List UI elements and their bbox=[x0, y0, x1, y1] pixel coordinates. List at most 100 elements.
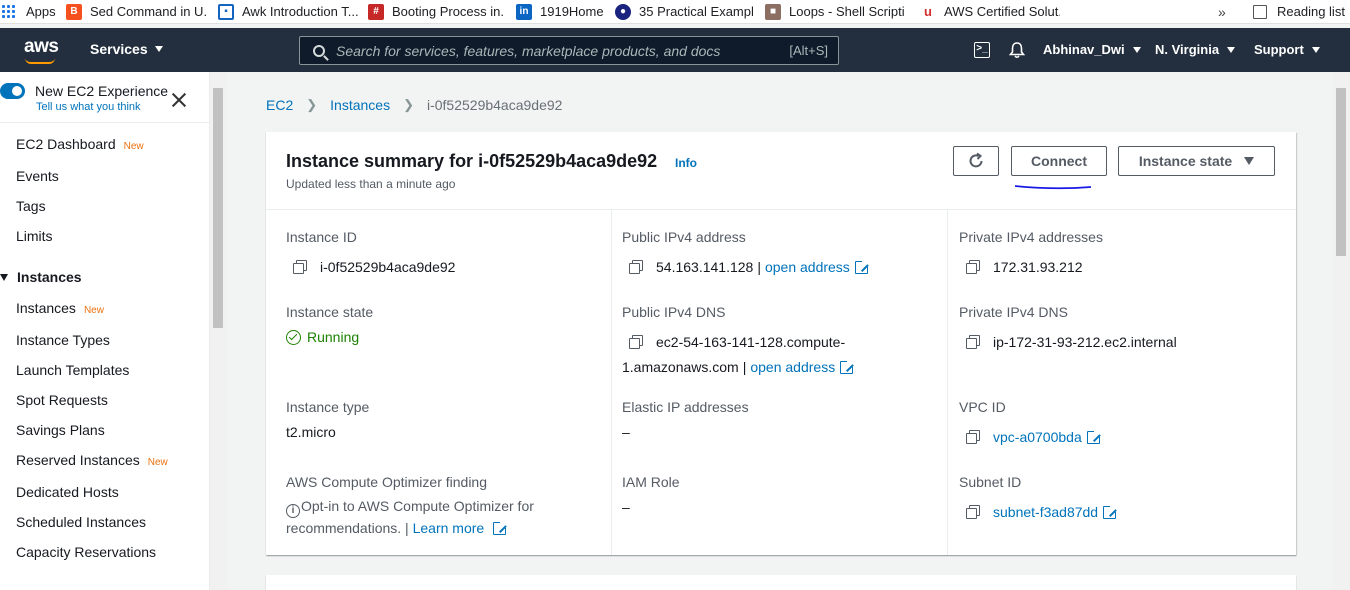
sidebar-item-spot-requests[interactable]: Spot Requests bbox=[16, 392, 108, 408]
public-ipv4-value: 54.163.141.128 | open address bbox=[629, 259, 869, 275]
aws-top-nav: aws Services [Alt+S] >_ Abhinav_Dwi N. V… bbox=[0, 28, 1350, 72]
elastic-ip-label: Elastic IP addresses bbox=[622, 399, 749, 415]
instance-summary-card: Instance summary for i-0f52529b4aca9de92… bbox=[266, 132, 1296, 555]
pen-underline-annotation bbox=[1014, 185, 1092, 190]
refresh-icon bbox=[969, 152, 983, 168]
search-bar[interactable]: [Alt+S] bbox=[299, 36, 839, 65]
vpc-id-label: VPC ID bbox=[959, 399, 1006, 415]
chevron-right-icon: ❯ bbox=[403, 97, 414, 112]
private-dns-value: ip-172-31-93-212.ec2.internal bbox=[966, 334, 1177, 350]
optimizer-finding: i Opt-in to AWS Compute Optimizer for rec… bbox=[286, 498, 534, 536]
bookmark-item[interactable]: ● 35 Practical Exampl... bbox=[615, 0, 755, 24]
region-menu-button[interactable]: N. Virginia bbox=[1155, 42, 1236, 57]
external-link-icon bbox=[1086, 429, 1101, 444]
public-dns-label: Public IPv4 DNS bbox=[622, 304, 726, 320]
feedback-link[interactable]: Tell us what you think bbox=[36, 101, 141, 113]
account-menu-button[interactable]: Abhinav_Dwi bbox=[1043, 42, 1141, 57]
main-scrollbar[interactable] bbox=[1333, 72, 1350, 590]
bookmark-item[interactable]: ■ Loops - Shell Scripti... bbox=[765, 0, 905, 24]
image-icon: ■ bbox=[765, 3, 781, 20]
sidebar-item-launch-templates[interactable]: Launch Templates bbox=[16, 362, 129, 378]
copy-icon[interactable] bbox=[966, 430, 980, 444]
public-ipv4-label: Public IPv4 address bbox=[622, 229, 746, 245]
subnet-link[interactable]: subnet-f3ad87dd bbox=[993, 504, 1098, 520]
bookmark-item[interactable]: B Sed Command in U... bbox=[66, 0, 206, 24]
bookmarks-more-button[interactable]: » bbox=[1218, 0, 1226, 24]
connect-button[interactable]: Connect bbox=[1011, 146, 1107, 176]
copy-icon[interactable] bbox=[629, 260, 643, 274]
search-icon bbox=[313, 44, 325, 57]
services-menu-button[interactable]: Services bbox=[90, 41, 163, 57]
sidebar-section-instances[interactable]: Instances bbox=[0, 269, 82, 285]
instance-type-label: Instance type bbox=[286, 399, 370, 415]
aws-smile-icon bbox=[25, 58, 55, 64]
refresh-button[interactable] bbox=[953, 146, 999, 176]
bookmark-item[interactable]: in 1919Home bbox=[516, 0, 606, 24]
aws-logo[interactable]: aws bbox=[24, 36, 59, 64]
sidebar-item-savings-plans[interactable]: Savings Plans bbox=[16, 422, 105, 438]
sidebar-item-dedicated-hosts[interactable]: Dedicated Hosts bbox=[16, 484, 119, 500]
bookmark-item[interactable]: u AWS Certified Solut... bbox=[920, 0, 1060, 24]
sidebar-item-tags[interactable]: Tags bbox=[16, 198, 46, 214]
cloudshell-icon[interactable]: >_ bbox=[974, 42, 990, 58]
external-link-icon bbox=[840, 359, 855, 374]
status-badge: Running bbox=[286, 329, 359, 345]
new-badge: New bbox=[147, 457, 168, 468]
breadcrumb-ec2[interactable]: EC2 bbox=[266, 97, 293, 113]
sidebar-item-reserved-instances[interactable]: Reserved Instances New bbox=[16, 452, 168, 468]
vpc-link[interactable]: vpc-a0700bda bbox=[993, 429, 1082, 445]
bookmark-item[interactable]: ▪ Awk Introduction T... bbox=[218, 0, 358, 24]
info-link[interactable]: Info bbox=[675, 156, 697, 170]
reading-list-button[interactable]: Reading list bbox=[1253, 0, 1350, 24]
sidebar-item-scheduled-instances[interactable]: Scheduled Instances bbox=[16, 514, 146, 530]
new-experience-toggle[interactable] bbox=[0, 83, 25, 99]
instance-id-label: Instance ID bbox=[286, 229, 357, 245]
breadcrumb-instances[interactable]: Instances bbox=[330, 97, 390, 113]
copy-icon[interactable] bbox=[293, 260, 307, 274]
copy-icon[interactable] bbox=[966, 260, 980, 274]
vpc-id-value: vpc-a0700bda bbox=[966, 429, 1101, 445]
page-title: Instance summary for i-0f52529b4aca9de92 bbox=[286, 151, 658, 171]
sidebar-item-instances[interactable]: Instances New bbox=[16, 300, 104, 316]
copy-icon[interactable] bbox=[966, 335, 980, 349]
sidebar-item-instance-types[interactable]: Instance Types bbox=[16, 332, 110, 348]
reading-list-icon bbox=[1253, 4, 1267, 19]
scrollbar-thumb[interactable] bbox=[1336, 88, 1346, 256]
hash-icon: # bbox=[368, 3, 384, 20]
open-address-link[interactable]: open address bbox=[765, 259, 850, 275]
public-dns-value-line1: ec2-54-163-141-128.compute- bbox=[629, 334, 845, 350]
check-circle-icon bbox=[286, 329, 301, 345]
caret-down-icon bbox=[1244, 157, 1255, 165]
instance-id-value: i-0f52529b4aca9de92 bbox=[293, 259, 455, 275]
copy-icon[interactable] bbox=[966, 505, 980, 519]
open-address-link[interactable]: open address bbox=[750, 359, 835, 375]
learn-more-link[interactable]: Learn more bbox=[413, 520, 485, 536]
ec2-sidebar: New EC2 Experience Tell us what you thin… bbox=[0, 72, 210, 590]
sidebar-item-capacity-reservations[interactable]: Capacity Reservations bbox=[16, 544, 156, 560]
search-input[interactable] bbox=[336, 42, 766, 59]
private-dns-label: Private IPv4 DNS bbox=[959, 304, 1068, 320]
close-icon[interactable] bbox=[171, 92, 187, 108]
bell-icon[interactable] bbox=[1008, 41, 1026, 59]
external-link-icon bbox=[493, 521, 508, 535]
instance-state-dropdown[interactable]: Instance state bbox=[1118, 146, 1275, 176]
caret-down-icon bbox=[1132, 46, 1141, 53]
scrollbar-thumb[interactable] bbox=[213, 88, 223, 328]
copy-icon[interactable] bbox=[629, 335, 643, 349]
search-shortcut: [Alt+S] bbox=[789, 43, 828, 58]
new-badge: New bbox=[83, 305, 104, 316]
sidebar-scrollbar[interactable] bbox=[210, 72, 227, 590]
sidebar-item-ec2-dashboard[interactable]: EC2 Dashboard New bbox=[16, 136, 144, 152]
iam-role-label: IAM Role bbox=[622, 474, 680, 490]
new-badge: New bbox=[123, 141, 144, 152]
sidebar-item-limits[interactable]: Limits bbox=[16, 228, 53, 244]
sidebar-item-events[interactable]: Events bbox=[16, 168, 59, 184]
support-menu-button[interactable]: Support bbox=[1254, 42, 1320, 57]
caret-down-icon bbox=[1227, 46, 1236, 53]
bookmark-item[interactable]: # Booting Process in... bbox=[368, 0, 503, 24]
public-dns-value-line2: 1.amazonaws.com | open address bbox=[622, 359, 855, 375]
bookmark-apps[interactable]: Apps bbox=[0, 0, 60, 24]
bookmarks-bar: Apps B Sed Command in U... ▪ Awk Introduct… bbox=[0, 0, 1350, 24]
caret-down-icon bbox=[154, 46, 163, 52]
next-panel bbox=[266, 575, 1296, 590]
